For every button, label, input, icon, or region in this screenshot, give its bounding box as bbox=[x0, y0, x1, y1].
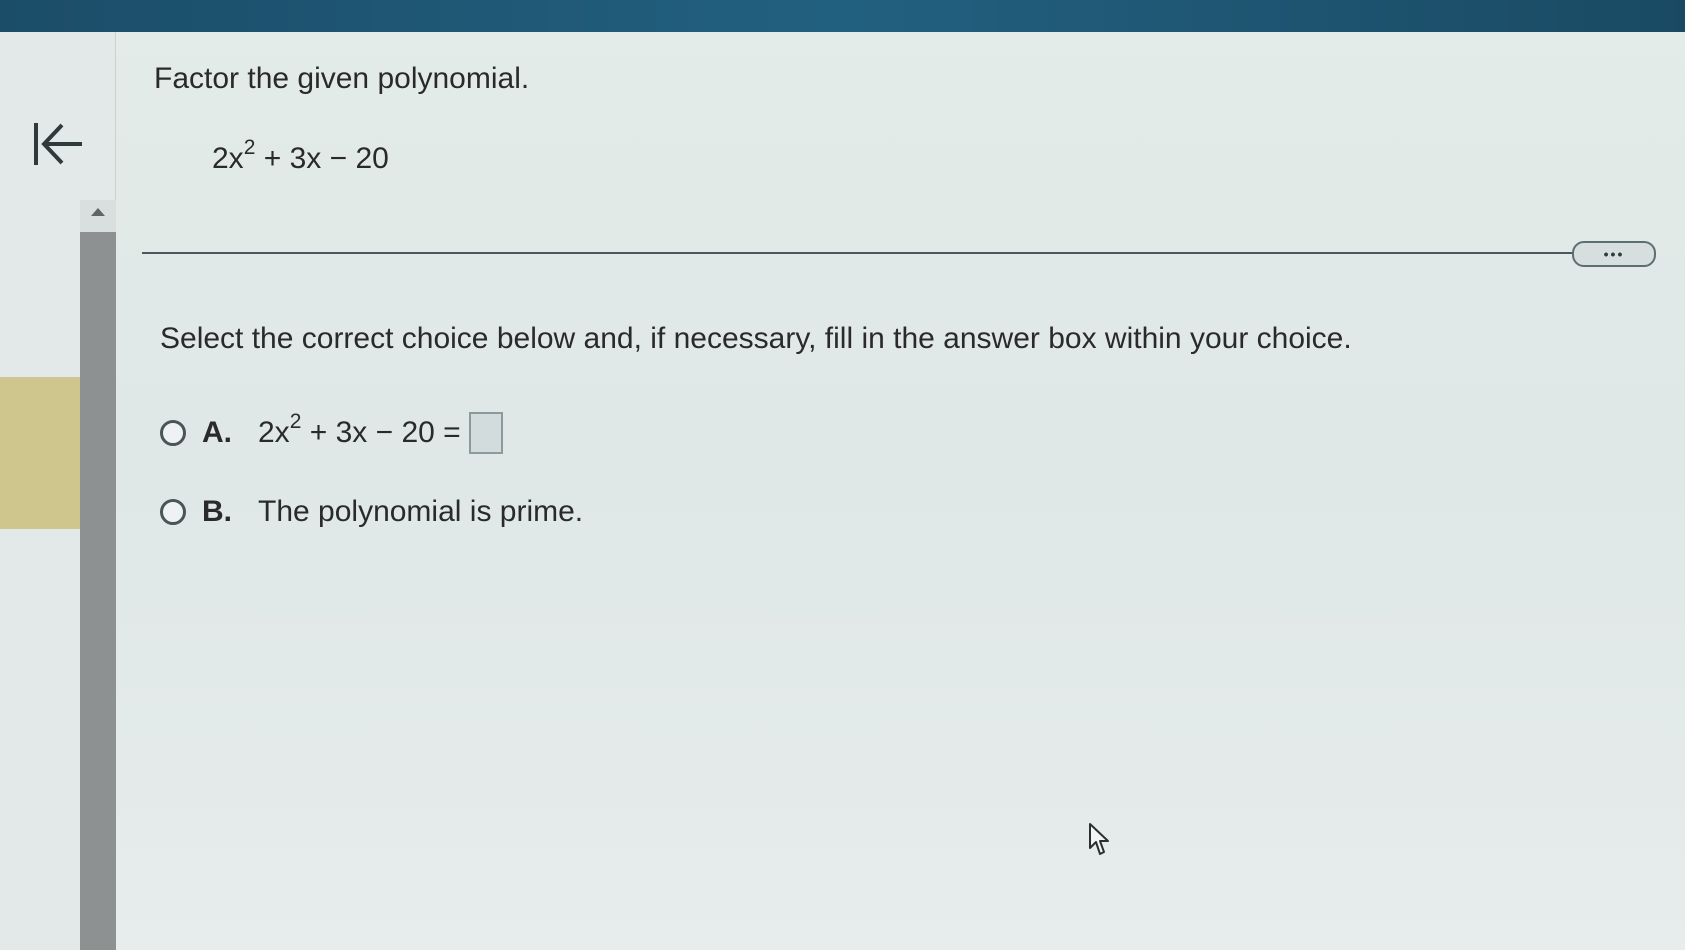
question-panel: Factor the given polynomial. 2x2 + 3x − … bbox=[116, 32, 1685, 950]
choice-a-expression: 2x2 + 3x − 20 = bbox=[258, 411, 461, 450]
choice-a-lead-term: 2x bbox=[258, 416, 290, 449]
mouse-pointer-hand-icon bbox=[1089, 823, 1109, 855]
back-to-start-arrow-icon bbox=[34, 123, 82, 165]
choice-a-rest: + 3x − 20 = bbox=[301, 416, 461, 449]
scroll-up-triangle-icon bbox=[91, 208, 105, 216]
back-to-start-button[interactable] bbox=[26, 112, 90, 176]
polynomial-exponent: 2 bbox=[243, 136, 256, 159]
scrollbar-track[interactable] bbox=[80, 200, 116, 950]
choice-b-radio[interactable] bbox=[160, 499, 186, 525]
window-top-bar bbox=[0, 0, 1685, 32]
scrollbar-thumb[interactable] bbox=[80, 232, 116, 950]
more-options-button[interactable]: ••• bbox=[1572, 241, 1656, 267]
scroll-up-button[interactable] bbox=[80, 204, 116, 220]
accent-strip bbox=[0, 377, 82, 529]
answer-input-box[interactable] bbox=[468, 412, 503, 454]
polynomial-lead-term: 2x bbox=[212, 142, 244, 175]
choice-b-letter: B. bbox=[202, 495, 232, 528]
given-polynomial: 2x2 + 3x − 20 bbox=[212, 137, 389, 176]
polynomial-rest: + 3x − 20 bbox=[255, 142, 389, 175]
choice-b-text: The polynomial is prime. bbox=[258, 495, 584, 528]
section-divider bbox=[142, 252, 1607, 254]
choice-a-letter: A. bbox=[202, 416, 232, 449]
choice-a-radio[interactable] bbox=[160, 420, 186, 446]
choice-b[interactable]: B. The polynomial is prime. bbox=[160, 495, 583, 529]
instruction-text: Select the correct choice below and, if … bbox=[160, 322, 1352, 355]
choice-a[interactable]: A. 2x2 + 3x − 20 = bbox=[160, 411, 503, 454]
question-title: Factor the given polynomial. bbox=[154, 62, 530, 95]
choice-a-exponent: 2 bbox=[289, 410, 302, 433]
